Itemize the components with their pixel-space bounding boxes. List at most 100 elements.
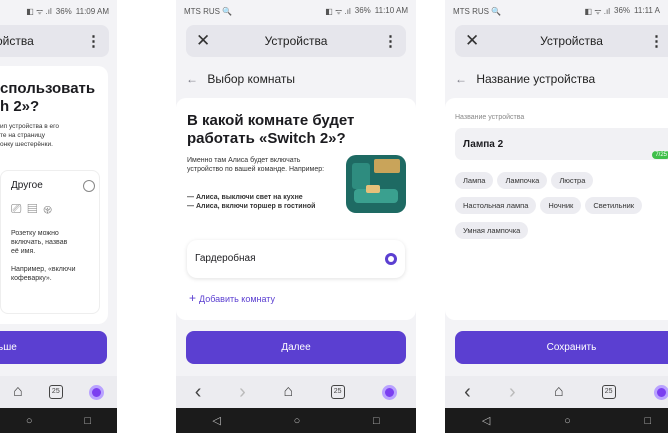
status-bar: ◧ ᯤ .ıl 36% 11:09 AM — [0, 0, 117, 22]
chip-smart-bulb[interactable]: Умная лампочка — [455, 222, 529, 239]
home-icon[interactable]: ⌂ — [13, 383, 23, 401]
signal-icon: ◧ ᯤ .ıl — [325, 6, 351, 16]
section-header: ← Выбор комнаты — [186, 72, 416, 86]
sys-home-icon[interactable]: ○ — [294, 415, 301, 427]
calendar-icon[interactable]: 25 — [601, 385, 616, 399]
section-title: Название устройства — [476, 72, 596, 86]
monitor-icon: ⎚ — [11, 201, 28, 216]
chip-bulb[interactable]: Лампочка — [497, 172, 548, 189]
device-name-input[interactable]: Лампа 2 7/25 — [455, 128, 668, 160]
more-menu-icon[interactable]: ⋮ — [383, 32, 398, 50]
carrier: MTS RUS 🔍 — [453, 6, 502, 16]
option-card-other[interactable]: Другое ⎚▤⊛ Розетку можно включать, назва… — [0, 170, 100, 314]
bottom-nav: ‹ › ⌂ 25 — [176, 376, 416, 408]
page-title: Устройства — [540, 34, 603, 48]
help-text: Именно там Алиса будет включать устройст… — [187, 157, 325, 173]
room-name: Гардеробная — [195, 253, 256, 264]
more-menu-icon[interactable]: ⋮ — [649, 32, 664, 50]
field-label: Название устройства — [455, 114, 525, 121]
status-bar: MTS RUS 🔍 ◧ ᯤ .ıl 36% 11:10 AM — [176, 0, 416, 22]
alice-icon[interactable] — [653, 384, 668, 400]
suggestion-chips: Лампа Лампочка Люстра Настольная лампа Ночн… — [455, 170, 668, 245]
section-header: ← Название устройства — [455, 72, 668, 86]
example-2: — Алиса, включи торшер в гостиной — [187, 203, 316, 210]
sys-back-icon[interactable]: ◁ — [482, 414, 490, 427]
option-label: Другое — [11, 180, 43, 191]
page-title: ойства — [0, 34, 34, 48]
calendar-icon[interactable]: 25 — [48, 385, 63, 399]
calendar-icon[interactable]: 25 — [330, 385, 345, 399]
signal-icon: ◧ ᯤ .ıl — [584, 6, 611, 16]
appliance-icon: ▤ — [27, 201, 44, 216]
forward-icon[interactable]: › — [239, 381, 246, 404]
bottom-nav: ⌂ 25 — [0, 376, 117, 408]
chip-nightlight[interactable]: Ночник — [540, 197, 582, 214]
page-title: Устройства — [264, 34, 328, 48]
forward-icon[interactable]: › — [509, 381, 516, 404]
app-bar: ✕ Устройства ⋮ — [186, 25, 406, 57]
status-bar: MTS RUS 🔍 ◧ ᯤ .ıl 36% 11:11 A — [445, 0, 668, 22]
back-arrow-icon[interactable]: ← — [186, 72, 198, 86]
sys-recent-icon[interactable]: □ — [84, 415, 91, 427]
clock: 11:11 A — [634, 5, 660, 15]
chip-light[interactable]: Светильник — [585, 197, 643, 214]
sys-back-icon[interactable]: ◁ — [212, 414, 220, 427]
save-button[interactable]: Сохранить — [455, 331, 668, 364]
chip-lamp[interactable]: Лампа — [455, 172, 494, 189]
add-room-link[interactable]: + Добавить комнату — [189, 291, 275, 305]
battery-level: 36% — [354, 5, 371, 15]
back-icon[interactable]: ‹ — [195, 381, 202, 404]
screen-device-name: MTS RUS 🔍 ◧ ᯤ .ıl 36% 11:11 A ✕ Устройст… — [445, 0, 668, 433]
example-1: — Алиса, выключи свет на кухне — [187, 194, 303, 201]
help-text: ип устройства в его те на страницу онку … — [0, 123, 59, 148]
char-counter: 7/25 — [652, 151, 668, 159]
sys-recent-icon[interactable]: □ — [373, 415, 380, 427]
question-heading: спользовать h 2»? — [0, 80, 96, 115]
carrier: MTS RUS 🔍 — [184, 6, 233, 16]
room-illustration — [346, 155, 406, 213]
sys-recent-icon[interactable]: □ — [644, 415, 651, 427]
room-radio-selected[interactable] — [385, 253, 397, 265]
device-icons: ⎚▤⊛ — [11, 201, 58, 217]
back-icon[interactable]: ‹ — [464, 381, 471, 404]
room-option-wardrobe[interactable]: Гардеробная — [187, 240, 405, 278]
question-heading: В какой комнате будет работать «Switch 2… — [187, 112, 355, 147]
sys-home-icon[interactable]: ○ — [564, 415, 571, 427]
system-nav: ○ □ — [0, 408, 117, 433]
alice-icon[interactable] — [88, 384, 104, 400]
app-bar: ойства ⋮ — [0, 25, 109, 57]
app-bar: ✕ Устройства ⋮ — [455, 25, 668, 57]
input-value: Лампа 2 — [463, 139, 504, 150]
chip-desk-lamp[interactable]: Настольная лампа — [455, 197, 537, 214]
more-menu-icon[interactable]: ⋮ — [86, 32, 101, 50]
content-card: Название устройства Лампа 2 7/25 Лампа Ла… — [445, 98, 668, 320]
option-description: Розетку можно включать, назвав её имя. — [11, 230, 68, 255]
close-icon[interactable]: ✕ — [196, 31, 210, 51]
system-nav: ◁ ○ □ — [176, 408, 416, 433]
content-card: спользовать h 2»? ип устройства в его те… — [0, 66, 108, 324]
system-nav: ◁ ○ □ — [445, 408, 668, 433]
clock: 11:09 AM — [75, 6, 109, 16]
sys-home-icon[interactable]: ○ — [26, 415, 33, 427]
option-radio[interactable] — [83, 180, 95, 192]
close-icon[interactable]: ✕ — [465, 31, 479, 51]
option-example: Например, «включи кофеварку». — [11, 266, 76, 282]
chip-chandelier[interactable]: Люстра — [551, 172, 594, 189]
clock: 11:10 AM — [374, 5, 408, 15]
bottom-nav: ‹ › ⌂ 25 — [445, 376, 668, 408]
signal-icon: ◧ ᯤ .ıl — [26, 6, 52, 16]
next-button[interactable]: ьше — [0, 331, 107, 364]
screen-device-type: ◧ ᯤ .ıl 36% 11:09 AM ойства ⋮ спользоват… — [0, 0, 117, 433]
home-icon[interactable]: ⌂ — [554, 383, 564, 401]
plus-icon: + — [189, 291, 197, 305]
alice-icon[interactable] — [382, 384, 398, 400]
battery-level: 36% — [55, 6, 72, 16]
next-button[interactable]: Далее — [186, 331, 406, 364]
section-title: Выбор комнаты — [207, 72, 295, 86]
battery-level: 36% — [614, 5, 631, 15]
home-icon[interactable]: ⌂ — [283, 383, 293, 401]
content-card: В какой комнате будет работать «Switch 2… — [176, 98, 416, 320]
fan-icon: ⊛ — [43, 201, 58, 216]
screen-room-select: MTS RUS 🔍 ◧ ᯤ .ıl 36% 11:10 AM ✕ Устройс… — [176, 0, 416, 433]
back-arrow-icon[interactable]: ← — [455, 72, 467, 86]
